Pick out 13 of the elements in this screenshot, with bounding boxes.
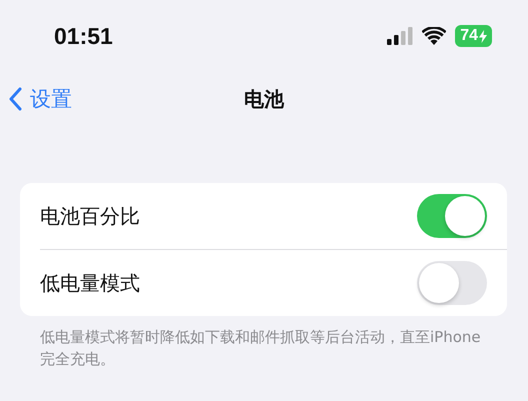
battery-indicator: 74	[455, 25, 492, 47]
setting-label: 电池百分比	[40, 202, 140, 230]
toggle-switch[interactable]	[417, 194, 487, 238]
signal-icon	[387, 27, 414, 45]
wifi-icon	[422, 27, 446, 45]
chevron-left-icon	[8, 87, 22, 111]
footer-note: 低电量模式将暂时降低如下载和邮件抓取等后台活动，直至iPhone完全充电。	[40, 327, 482, 370]
back-button[interactable]: 设置	[8, 85, 72, 113]
bolt-icon	[479, 30, 487, 42]
toggle-switch[interactable]	[417, 261, 487, 305]
status-time: 01:51	[54, 22, 113, 50]
page-title: 电池	[243, 86, 286, 112]
setting-label: 低电量模式	[40, 270, 140, 296]
